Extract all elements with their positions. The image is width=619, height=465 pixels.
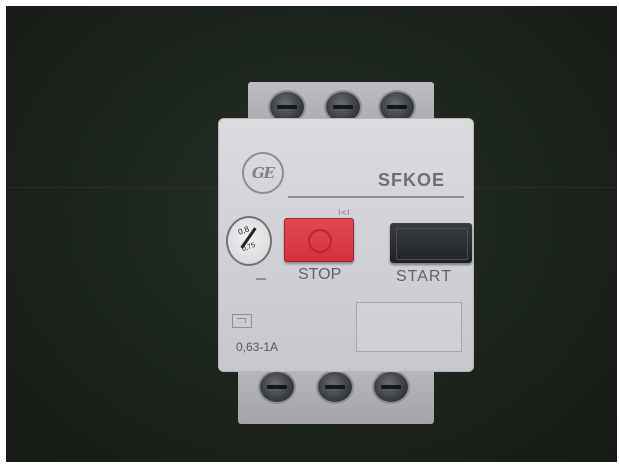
label-window	[356, 302, 462, 352]
photo-scene: GE SFKOE 0,8 0,75 I<I STOP START 0,63-1A	[0, 0, 619, 465]
dial-reference-mark	[256, 278, 266, 280]
screw-icon	[374, 372, 408, 402]
ge-logo-icon: GE	[242, 152, 284, 194]
trip-mark: I<I	[338, 208, 350, 217]
bottom-terminal-block	[238, 366, 434, 424]
screw-icon	[260, 372, 294, 402]
divider-line	[288, 196, 464, 198]
current-setting-dial[interactable]: 0,8 0,75	[228, 218, 270, 264]
start-button[interactable]	[390, 223, 472, 263]
current-range-label: 0,63-1A	[236, 340, 279, 354]
stop-ring-icon	[308, 229, 332, 253]
screw-icon	[318, 372, 352, 402]
thermal-overload-icon	[232, 314, 252, 328]
motor-protector-front-plate: GE SFKOE 0,8 0,75 I<I STOP START 0,63-1A	[218, 118, 474, 372]
stop-button[interactable]	[284, 218, 354, 262]
model-name: SFKOE	[378, 170, 446, 190]
start-label: START	[396, 268, 452, 285]
stop-label: STOP	[298, 266, 342, 283]
